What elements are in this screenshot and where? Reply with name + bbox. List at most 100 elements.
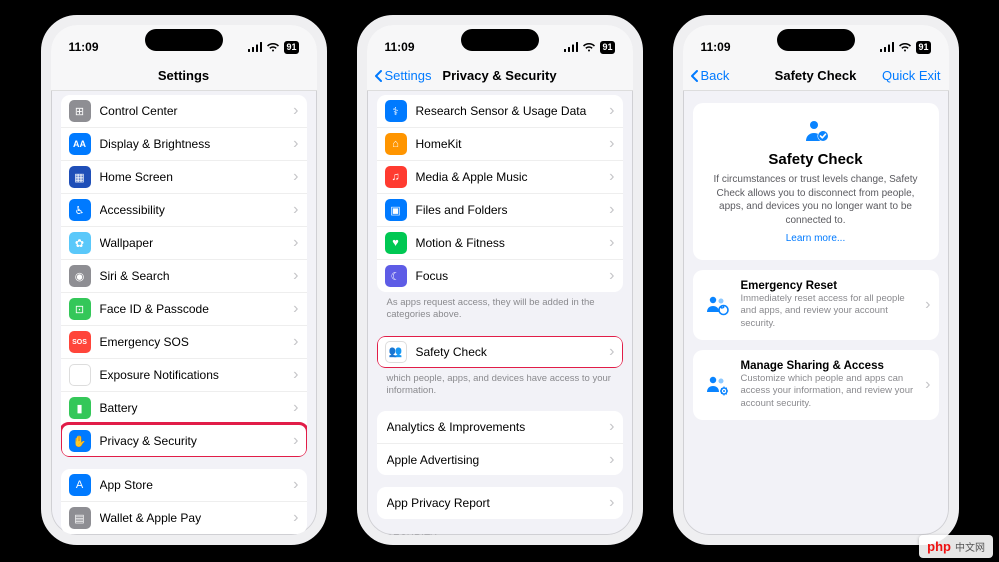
notch [777, 29, 855, 51]
section-note: which people, apps, and devices have acc… [377, 368, 623, 400]
siri-icon: ◉ [69, 265, 91, 287]
accessibility-icon: ♿︎ [69, 199, 91, 221]
row-label: Media & Apple Music [416, 170, 610, 184]
chevron-right-icon: › [609, 343, 614, 361]
settings-row[interactable]: ⊡Face ID & Passcode› [61, 292, 307, 325]
back-button[interactable]: Back [689, 68, 730, 83]
battery-icon: ▮ [69, 397, 91, 419]
nav-bar: Settings [51, 61, 317, 91]
homekit-icon: ⌂ [385, 133, 407, 155]
phone-privacy: 11:09 91 Settings Privacy & Security ⚕︎R… [357, 15, 643, 545]
row-label: Control Center [100, 104, 294, 118]
page-title: Privacy & Security [442, 68, 556, 83]
option-desc: Immediately reset access for all people … [741, 293, 916, 330]
wallpaper-icon: ✿ [69, 232, 91, 254]
cellular-icon [248, 42, 262, 52]
scroll-area[interactable]: Safety Check If circumstances or trust l… [683, 91, 949, 535]
row-label: Home Screen [100, 170, 294, 184]
chevron-right-icon: › [609, 267, 614, 285]
settings-row[interactable]: ◉Siri & Search› [61, 259, 307, 292]
battery-icon: 91 [916, 41, 930, 54]
display-icon: AA [69, 133, 91, 155]
person-shield-icon [802, 117, 830, 145]
safety-hero-card: Safety Check If circumstances or trust l… [693, 103, 939, 260]
settings-row[interactable]: App Privacy Report› [377, 487, 623, 519]
status-right: 91 [564, 41, 614, 54]
cellular-icon [880, 42, 894, 52]
option-title: Manage Sharing & Access [741, 360, 916, 372]
media-icon: ♫ [385, 166, 407, 188]
row-label: App Store [100, 478, 294, 492]
chevron-right-icon: › [293, 135, 298, 153]
privacy-icon: ✋ [69, 430, 91, 452]
hero-desc: If circumstances or trust levels change,… [705, 173, 927, 227]
settings-row[interactable]: A App Store› [61, 469, 307, 501]
settings-row[interactable]: ▣Files and Folders› [377, 193, 623, 226]
settings-row[interactable]: ♫Media & Apple Music› [377, 160, 623, 193]
row-label: Display & Brightness [100, 137, 294, 151]
appstore-icon: A [69, 474, 91, 496]
focus-icon: ☾ [385, 265, 407, 287]
page-title: Settings [158, 68, 209, 83]
safety-icon: 👥 [385, 341, 407, 363]
watermark-brand: php [927, 539, 951, 554]
settings-group: Analytics & Improvements›Apple Advertisi… [377, 411, 623, 475]
row-label: Battery [100, 401, 294, 415]
settings-row[interactable]: ✿Wallpaper› [61, 226, 307, 259]
settings-row[interactable]: ♥︎Motion & Fitness› [377, 226, 623, 259]
phone-settings: 11:09 91 Settings ⊞Control Center›AADisp… [41, 15, 327, 545]
chevron-right-icon: › [609, 234, 614, 252]
research-icon: ⚕︎ [385, 100, 407, 122]
scroll-area[interactable]: ⊞Control Center›AADisplay & Brightness›▦… [51, 91, 317, 535]
settings-row[interactable]: Apple Advertising› [377, 443, 623, 475]
chevron-right-icon: › [293, 509, 298, 527]
settings-row[interactable]: ▤Wallet & Apple Pay› [61, 501, 307, 534]
settings-row[interactable]: SOSEmergency SOS› [61, 325, 307, 358]
settings-row[interactable]: ⌂HomeKit› [377, 127, 623, 160]
settings-row[interactable]: ▮Battery› [61, 391, 307, 424]
settings-row[interactable]: 👥Safety Check› [377, 336, 623, 368]
chevron-right-icon: › [925, 296, 930, 314]
row-label: Privacy & Security [100, 434, 294, 448]
chevron-right-icon: › [609, 201, 614, 219]
settings-row[interactable]: ✋ Privacy & Security› [61, 424, 307, 457]
back-button[interactable]: Settings [373, 68, 432, 83]
settings-row[interactable]: ⊞Control Center› [61, 95, 307, 127]
row-label: Focus [416, 269, 610, 283]
page-title: Safety Check [775, 68, 857, 83]
option-title: Emergency Reset [741, 280, 916, 292]
chevron-left-icon [373, 69, 385, 83]
settings-row[interactable]: ✷Exposure Notifications› [61, 358, 307, 391]
settings-group: ⚕︎ Research Sensor & Usage Data › ⌂HomeKit›… [377, 95, 623, 292]
back-label: Settings [385, 68, 432, 83]
row-label: Emergency SOS [100, 335, 294, 349]
chevron-right-icon: › [293, 476, 298, 494]
emergency-reset-icon [703, 291, 731, 319]
settings-row[interactable]: ▦Home Screen› [61, 160, 307, 193]
phone-safety-check: 11:09 91 Back Safety Check Quick Exit [673, 15, 959, 545]
row-label: Research Sensor & Usage Data [416, 104, 610, 118]
quick-exit-button[interactable]: Quick Exit [882, 68, 941, 83]
row-label: Siri & Search [100, 269, 294, 283]
row-label: Exposure Notifications [100, 368, 294, 382]
settings-row[interactable]: ☾ Focus› [377, 259, 623, 292]
scroll-area[interactable]: ⚕︎ Research Sensor & Usage Data › ⌂HomeKit›… [367, 91, 633, 535]
learn-more-link[interactable]: Learn more... [786, 233, 845, 244]
control-center-icon: ⊞ [69, 100, 91, 122]
section-note: As apps request access, they will be add… [377, 292, 623, 324]
status-right: 91 [248, 41, 298, 54]
chevron-right-icon: › [293, 432, 298, 450]
settings-row[interactable]: ⚕︎Research Sensor & Usage Data› [377, 95, 623, 127]
wallet-icon: ▤ [69, 507, 91, 529]
settings-row[interactable]: Analytics & Improvements› [377, 411, 623, 443]
wifi-icon [582, 42, 596, 52]
settings-row[interactable]: ♿︎Accessibility› [61, 193, 307, 226]
cellular-icon [564, 42, 578, 52]
battery-icon: 91 [284, 41, 298, 54]
manage-sharing-option[interactable]: Manage Sharing & Access Customize which … [693, 350, 939, 420]
chevron-right-icon: › [293, 201, 298, 219]
files-icon: ▣ [385, 199, 407, 221]
settings-row[interactable]: AA Display & Brightness› [61, 127, 307, 160]
emergency-reset-option[interactable]: Emergency Reset Immediately reset access… [693, 270, 939, 340]
row-label: Wallpaper [100, 236, 294, 250]
